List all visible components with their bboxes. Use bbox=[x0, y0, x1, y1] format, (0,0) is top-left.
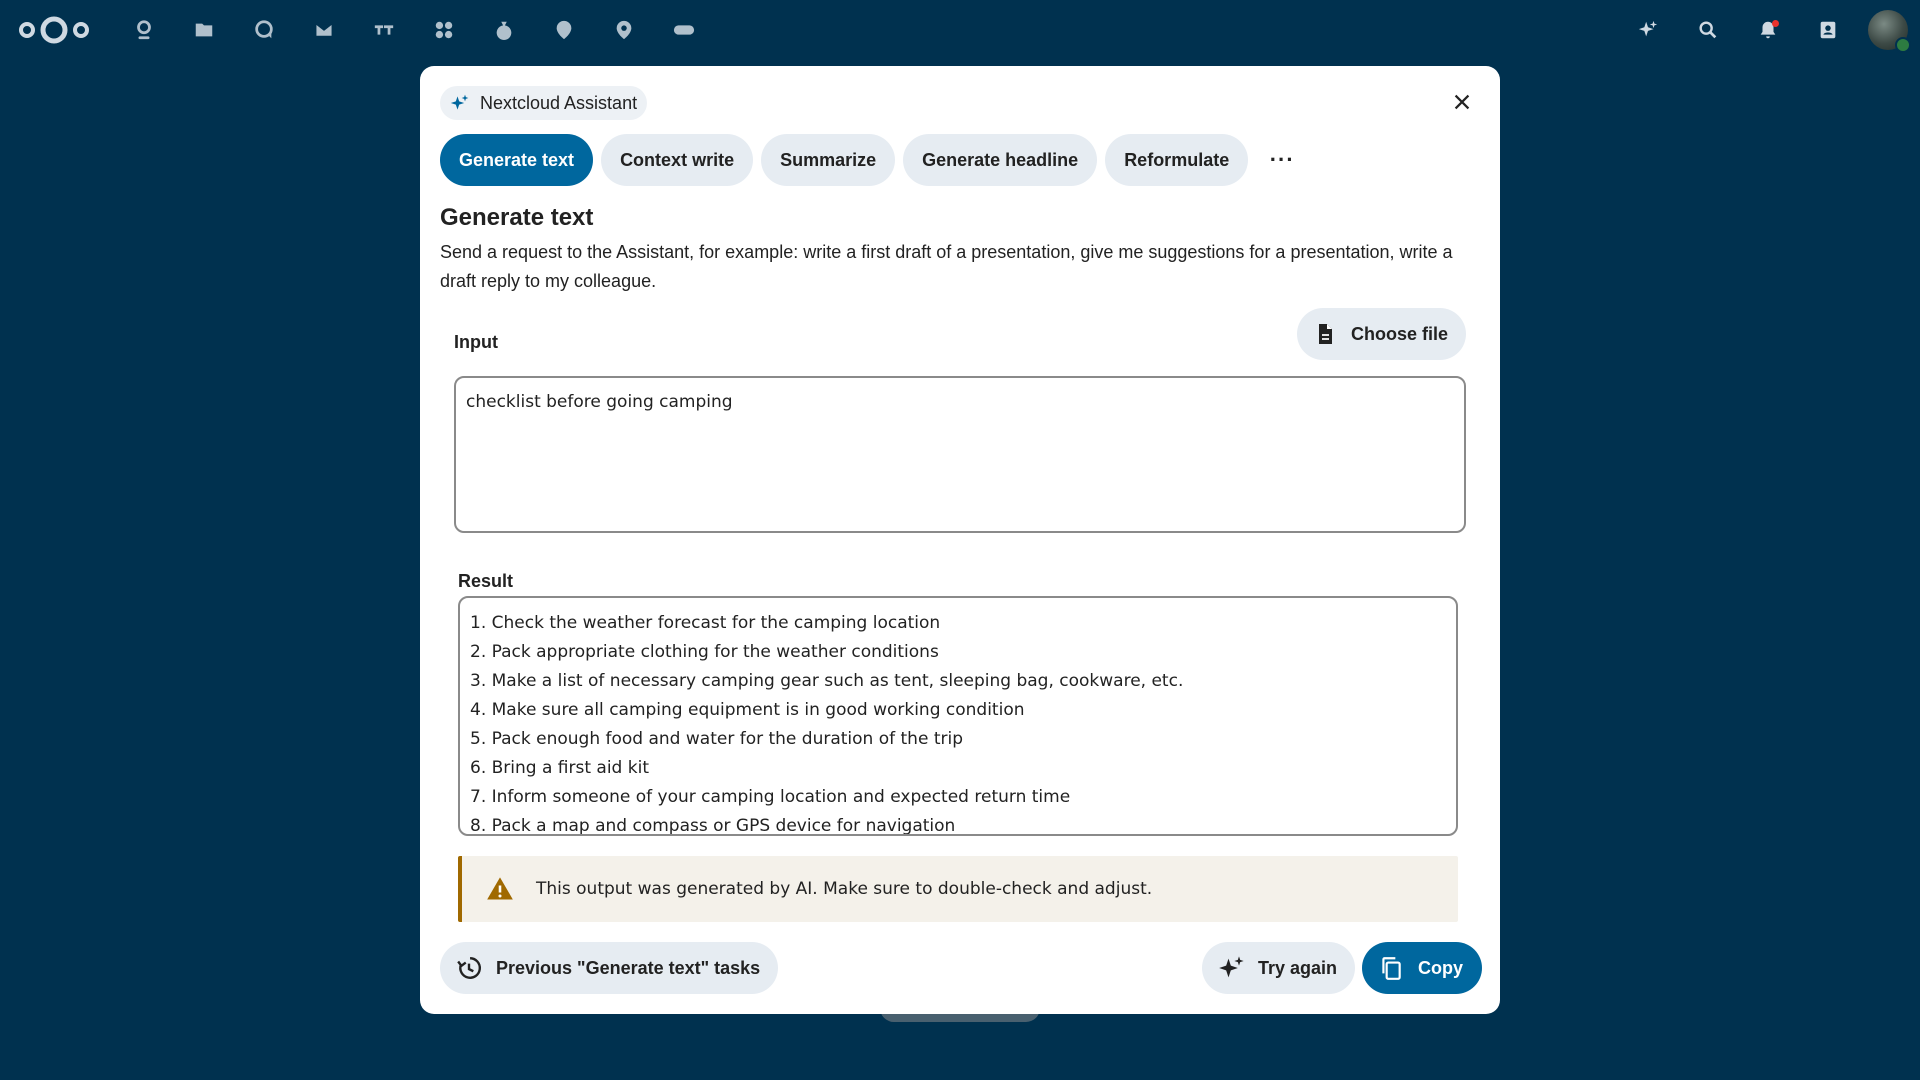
tab-context-write[interactable]: Context write bbox=[601, 134, 754, 186]
copy-label: Copy bbox=[1418, 957, 1463, 978]
result-label: Result bbox=[458, 571, 514, 591]
ai-warning-note: This output was generated by AI. Make su… bbox=[458, 856, 1458, 922]
history-icon bbox=[457, 957, 481, 979]
result-line: 7. Inform someone of your camping locati… bbox=[470, 787, 1071, 807]
tab-summarize[interactable]: Summarize bbox=[761, 134, 896, 186]
copy-button[interactable]: Copy bbox=[1362, 942, 1482, 994]
result-line: 4. Make sure all camping equipment is in… bbox=[470, 700, 1025, 720]
sparkle-icon bbox=[1219, 956, 1244, 978]
assistant-modal: Nextcloud Assistant Generate text Contex… bbox=[420, 66, 1500, 1014]
task-description: Send a request to the Assistant, for exa… bbox=[440, 242, 1453, 291]
input-textarea[interactable]: checklist before going camping bbox=[454, 376, 1466, 533]
result-line: 6. Bring a first aid kit bbox=[470, 758, 649, 778]
notifications-icon[interactable] bbox=[1738, 0, 1798, 60]
online-status-indicator bbox=[1895, 37, 1911, 53]
mail-icon[interactable] bbox=[294, 0, 354, 60]
cospend-icon[interactable] bbox=[474, 0, 534, 60]
files-icon[interactable] bbox=[174, 0, 234, 60]
previous-tasks-button[interactable]: Previous "Generate text" tasks bbox=[440, 942, 779, 994]
search-icon[interactable] bbox=[1678, 0, 1738, 60]
user-avatar[interactable] bbox=[1868, 10, 1911, 53]
nextcloud-logo-icon[interactable] bbox=[16, 10, 92, 50]
tab-reformulate[interactable]: Reformulate bbox=[1105, 134, 1249, 186]
notification-dot bbox=[1772, 20, 1779, 27]
choose-file-label: Choose file bbox=[1350, 323, 1448, 344]
file-icon bbox=[1318, 324, 1332, 344]
header-right bbox=[1618, 0, 1920, 60]
close-button[interactable] bbox=[1442, 82, 1482, 122]
choose-file-button[interactable]: Choose file bbox=[1296, 308, 1466, 360]
result-line: 2. Pack appropriate clothing for the wea… bbox=[470, 642, 939, 662]
assistant-chip: Nextcloud Assistant bbox=[440, 86, 648, 120]
tab-generate-text[interactable]: Generate text bbox=[440, 134, 594, 186]
input-label: Input bbox=[454, 332, 498, 352]
assistant-chip-label: Nextcloud Assistant bbox=[480, 92, 638, 113]
warning-text: This output was generated by AI. Make su… bbox=[536, 879, 1153, 899]
result-line: 8. Pack a map and compass or GPS device … bbox=[470, 816, 956, 836]
close-icon bbox=[1454, 94, 1470, 110]
apps-icon[interactable] bbox=[414, 0, 474, 60]
try-again-button[interactable]: Try again bbox=[1202, 942, 1356, 994]
assistant-icon[interactable] bbox=[1618, 0, 1678, 60]
maps-icon[interactable] bbox=[534, 0, 594, 60]
talk-icon[interactable] bbox=[234, 0, 294, 60]
top-bar bbox=[0, 0, 1920, 60]
sparkle-icon bbox=[450, 94, 469, 110]
result-line: 1. Check the weather forecast for the ca… bbox=[470, 613, 941, 633]
result-textarea[interactable]: 1. Check the weather forecast for the ca… bbox=[458, 596, 1458, 836]
dashboard-icon[interactable] bbox=[114, 0, 174, 60]
more-tasks-button[interactable]: ··· bbox=[1256, 134, 1308, 186]
tab-generate-headline[interactable]: Generate headline bbox=[903, 134, 1098, 186]
warning-icon bbox=[487, 877, 513, 900]
result-line: 3. Make a list of necessary camping gear… bbox=[470, 671, 1184, 691]
copy-icon bbox=[1382, 957, 1401, 980]
deck-icon[interactable] bbox=[354, 0, 414, 60]
location-icon[interactable] bbox=[594, 0, 654, 60]
result-line: 5. Pack enough food and water for the du… bbox=[470, 729, 963, 749]
task-title: Generate text bbox=[440, 204, 594, 231]
try-again-label: Try again bbox=[1258, 957, 1338, 978]
app-menu bbox=[114, 0, 714, 60]
previous-tasks-label: Previous "Generate text" tasks bbox=[496, 957, 761, 978]
ocs-icon[interactable] bbox=[654, 0, 714, 60]
contacts-icon[interactable] bbox=[1798, 0, 1858, 60]
task-tabs: Generate text Context write Summarize Ge… bbox=[440, 134, 1308, 186]
